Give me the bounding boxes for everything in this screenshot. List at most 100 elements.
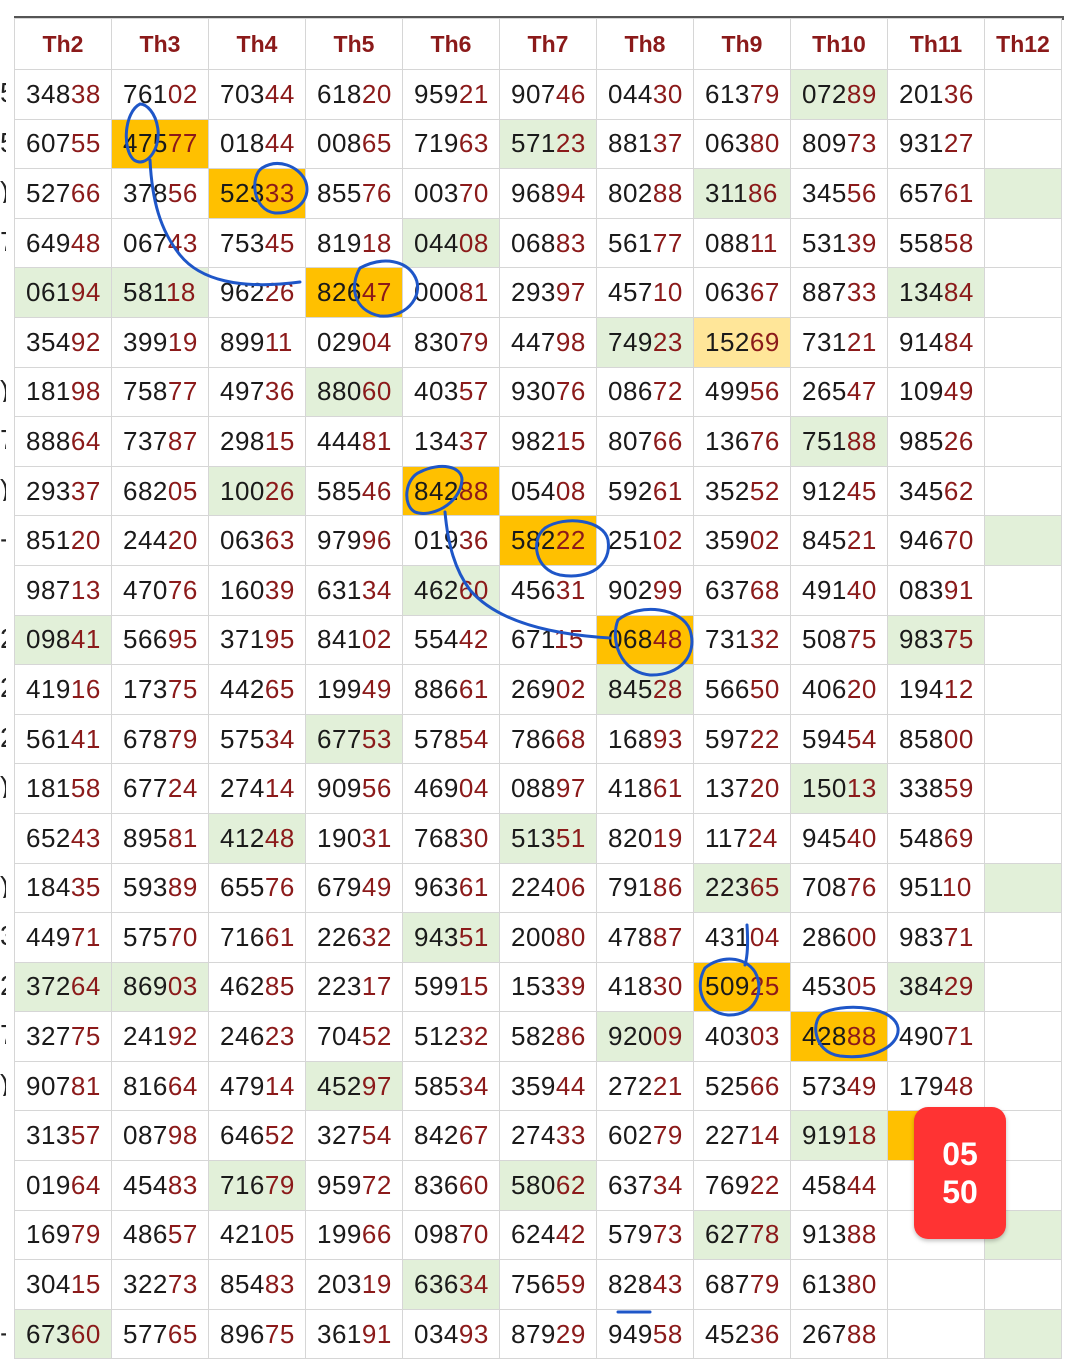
column-header-th2[interactable]: Th2 bbox=[14, 18, 112, 70]
result-cell: 96361 bbox=[402, 862, 500, 914]
number-prefix: 469 bbox=[414, 773, 459, 804]
result-cell: 18435 bbox=[14, 862, 112, 914]
number-suffix: 87 bbox=[167, 425, 198, 456]
number-suffix: 98 bbox=[70, 376, 101, 407]
number-prefix: 987 bbox=[26, 574, 71, 605]
number-suffix: 16 bbox=[70, 673, 101, 704]
number-prefix: 807 bbox=[608, 425, 653, 456]
number-prefix: 703 bbox=[220, 78, 265, 109]
number-suffix: 68 bbox=[555, 723, 586, 754]
number-suffix: 56 bbox=[167, 177, 198, 208]
table-row: 37264 86903 46285 22317 59915 15339 41830 50925… bbox=[14, 961, 1062, 1013]
column-header-th4[interactable]: Th4 bbox=[208, 18, 306, 70]
number-suffix: 02 bbox=[555, 673, 586, 704]
number-suffix: 45 bbox=[264, 227, 295, 258]
result-cell: 24420 bbox=[111, 515, 209, 566]
column-header-th8[interactable]: Th8 bbox=[596, 18, 694, 70]
result-cell: 84267 bbox=[402, 1110, 500, 1162]
number-prefix: 251 bbox=[608, 525, 653, 556]
truncated-mark bbox=[0, 330, 6, 352]
number-prefix: 018 bbox=[220, 128, 265, 159]
number-suffix: 48 bbox=[264, 822, 295, 853]
number-prefix: 418 bbox=[608, 971, 653, 1002]
result-cell: 34838 bbox=[14, 69, 112, 120]
number-suffix: 26 bbox=[264, 475, 295, 506]
number-suffix: 60 bbox=[361, 376, 392, 407]
number-suffix: 83 bbox=[264, 1269, 295, 1300]
column-header-th12[interactable]: Th12 bbox=[984, 18, 1062, 70]
result-cell: 49956 bbox=[693, 366, 791, 418]
number-prefix: 657 bbox=[899, 177, 944, 208]
counter-badge[interactable]: 05 50 bbox=[914, 1107, 1006, 1239]
number-prefix: 646 bbox=[220, 1120, 265, 1151]
column-header-th5[interactable]: Th5 bbox=[305, 18, 403, 70]
number-suffix: 10 bbox=[941, 872, 972, 903]
header-row: Th2 Th3 Th4 Th5 Th6 Th7 Th8 Th9 Th10 Th11 Th12 bbox=[14, 18, 1062, 70]
number-suffix: 49 bbox=[846, 1070, 877, 1101]
result-cell: 13437 bbox=[402, 416, 500, 467]
number-prefix: 019 bbox=[26, 1169, 71, 1200]
number-suffix: 77 bbox=[652, 227, 683, 258]
result-cell: 44481 bbox=[305, 416, 403, 467]
number-suffix: 42 bbox=[555, 1219, 586, 1250]
result-cell: 51232 bbox=[402, 1011, 500, 1062]
result-cell: 54869 bbox=[887, 812, 985, 864]
number-prefix: 682 bbox=[123, 475, 168, 506]
result-cell: 98713 bbox=[14, 564, 112, 616]
result-cell: 59454 bbox=[790, 713, 888, 765]
result-cell: 56141 bbox=[14, 713, 112, 765]
result-cell: 16039 bbox=[208, 564, 306, 616]
number-suffix: 19 bbox=[361, 1269, 392, 1300]
truncated-mark bbox=[0, 578, 6, 600]
result-cell: 58534 bbox=[402, 1060, 500, 1112]
number-suffix: 89 bbox=[846, 78, 877, 109]
number-suffix: 26 bbox=[264, 277, 295, 308]
number-suffix: 19 bbox=[167, 326, 198, 357]
column-header-th9[interactable]: Th9 bbox=[693, 18, 791, 70]
number-suffix: 73 bbox=[846, 128, 877, 159]
number-suffix: 54 bbox=[458, 723, 489, 754]
number-prefix: 226 bbox=[317, 921, 362, 952]
result-cell: 42888 bbox=[790, 1011, 888, 1062]
number-prefix: 462 bbox=[414, 574, 459, 605]
result-cell: 08897 bbox=[499, 763, 597, 814]
column-header-th3[interactable]: Th3 bbox=[111, 18, 209, 70]
number-suffix: 22 bbox=[749, 723, 780, 754]
number-suffix: 14 bbox=[749, 1120, 780, 1151]
number-suffix: 14 bbox=[264, 1070, 295, 1101]
number-suffix: 95 bbox=[167, 624, 198, 655]
table-row: 56141 67879 57534 67753 57854 78668 16893 59722… bbox=[14, 713, 1062, 765]
number-prefix: 842 bbox=[414, 1120, 459, 1151]
number-prefix: 086 bbox=[608, 376, 653, 407]
number-suffix: 39 bbox=[555, 971, 586, 1002]
number-suffix: 52 bbox=[749, 475, 780, 506]
truncated-mark bbox=[0, 1124, 6, 1146]
result-cell: 91484 bbox=[887, 316, 985, 368]
number-suffix: 09 bbox=[652, 1021, 683, 1052]
result-cell: 32273 bbox=[111, 1259, 209, 1310]
number-suffix: 04 bbox=[458, 773, 489, 804]
result-cell bbox=[984, 1308, 1062, 1360]
number-prefix: 068 bbox=[511, 227, 556, 258]
column-header-th11[interactable]: Th11 bbox=[887, 18, 985, 70]
result-cell: 46285 bbox=[208, 961, 306, 1013]
result-cell: 29337 bbox=[14, 465, 112, 517]
column-header-th6[interactable]: Th6 bbox=[402, 18, 500, 70]
number-suffix: 79 bbox=[70, 1219, 101, 1250]
number-prefix: 845 bbox=[608, 673, 653, 704]
table-row: 18198 75877 49736 88060 40357 93076 08672 49956… bbox=[14, 366, 1062, 418]
number-prefix: 497 bbox=[220, 376, 265, 407]
number-suffix: 63 bbox=[458, 128, 489, 159]
table-row: 44971 57570 71661 22632 94351 20080 47887 43104… bbox=[14, 912, 1062, 963]
number-suffix: 65 bbox=[361, 128, 392, 159]
result-cell: 16979 bbox=[14, 1209, 112, 1261]
number-prefix: 227 bbox=[705, 1120, 750, 1151]
number-suffix: 58 bbox=[70, 773, 101, 804]
column-header-th7[interactable]: Th7 bbox=[499, 18, 597, 70]
number-suffix: 66 bbox=[361, 1219, 392, 1250]
column-header-th10[interactable]: Th10 bbox=[790, 18, 888, 70]
number-suffix: 89 bbox=[167, 872, 198, 903]
result-cell: 44265 bbox=[208, 664, 306, 715]
result-cell: 62442 bbox=[499, 1209, 597, 1261]
number-suffix: 76 bbox=[264, 872, 295, 903]
